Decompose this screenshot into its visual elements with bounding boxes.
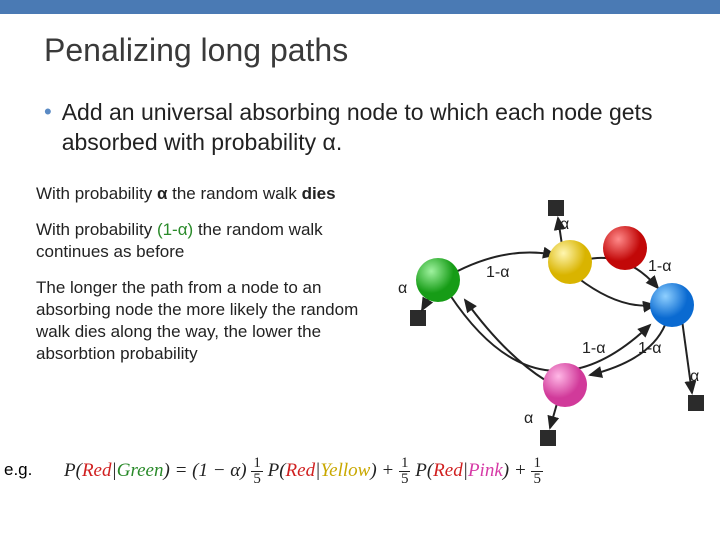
- sym-P: P: [64, 460, 76, 481]
- node-green: [416, 258, 460, 302]
- graph-svg: [390, 200, 710, 460]
- label-one-minus-alpha: 1-α: [638, 340, 661, 358]
- sym-red: Red: [82, 460, 112, 481]
- slide-accent-bar: [0, 0, 720, 14]
- label-one-minus-alpha: 1-α: [582, 340, 605, 358]
- sym-plus: +: [377, 460, 399, 481]
- edge: [578, 278, 655, 306]
- node-blue: [650, 283, 694, 327]
- fraction: 15: [251, 456, 263, 487]
- text: The longer the path: [36, 278, 183, 297]
- slide-title: Penalizing long paths: [0, 14, 720, 69]
- bullet-item: • Add an universal absorbing node to whi…: [0, 69, 720, 157]
- text-alpha: α: [157, 184, 167, 203]
- absorbing-node: [410, 310, 426, 326]
- absorbing-node: [540, 430, 556, 446]
- sym-one-minus-alpha: (1 − α): [192, 460, 246, 481]
- label-alpha: α: [398, 280, 407, 298]
- edge: [450, 295, 650, 371]
- fraction: 15: [531, 456, 543, 487]
- fraction: 15: [399, 456, 411, 487]
- label-one-minus-alpha: 1-α: [648, 258, 671, 276]
- node-red: [603, 226, 647, 270]
- paragraph-1: With probability α the random walk dies: [36, 183, 366, 205]
- paragraph-3: The longer the path from a node to an ab…: [36, 277, 366, 365]
- absorbing-node: [548, 200, 564, 216]
- bullet-marker: •: [44, 97, 52, 127]
- graph-diagram: α α α α 1-α 1-α 1-α 1-α: [390, 200, 710, 460]
- example-label: e.g.: [4, 460, 32, 480]
- label-one-minus-alpha: 1-α: [486, 264, 509, 282]
- paragraph-2: With probability (1-α) the random walk c…: [36, 219, 366, 263]
- text-dies: dies: [302, 184, 336, 203]
- text-one-minus-alpha: (1-α): [157, 220, 193, 239]
- formula: P(Red|Green) = (1 − α) 15 P(Red|Yellow) …: [64, 456, 543, 487]
- label-alpha: α: [524, 410, 533, 428]
- sym-pink: Pink: [468, 460, 503, 481]
- text: With probability: [36, 184, 157, 203]
- node-yellow: [548, 240, 592, 284]
- sym-eq: =: [170, 460, 192, 481]
- sym-red: Red: [433, 460, 463, 481]
- bullet-text: Add an universal absorbing node to which…: [62, 97, 676, 157]
- sym-P: P: [268, 460, 280, 481]
- absorbing-node: [688, 395, 704, 411]
- label-alpha: α: [560, 216, 569, 234]
- sym-yellow: Yellow: [320, 460, 370, 481]
- sym-green: Green: [117, 460, 164, 481]
- node-pink: [543, 363, 587, 407]
- label-alpha: α: [690, 368, 699, 386]
- sym-P: P: [415, 460, 427, 481]
- text: the random walk: [167, 184, 301, 203]
- sym-plus: +: [509, 460, 531, 481]
- sym-red: Red: [286, 460, 316, 481]
- text: With probability: [36, 220, 157, 239]
